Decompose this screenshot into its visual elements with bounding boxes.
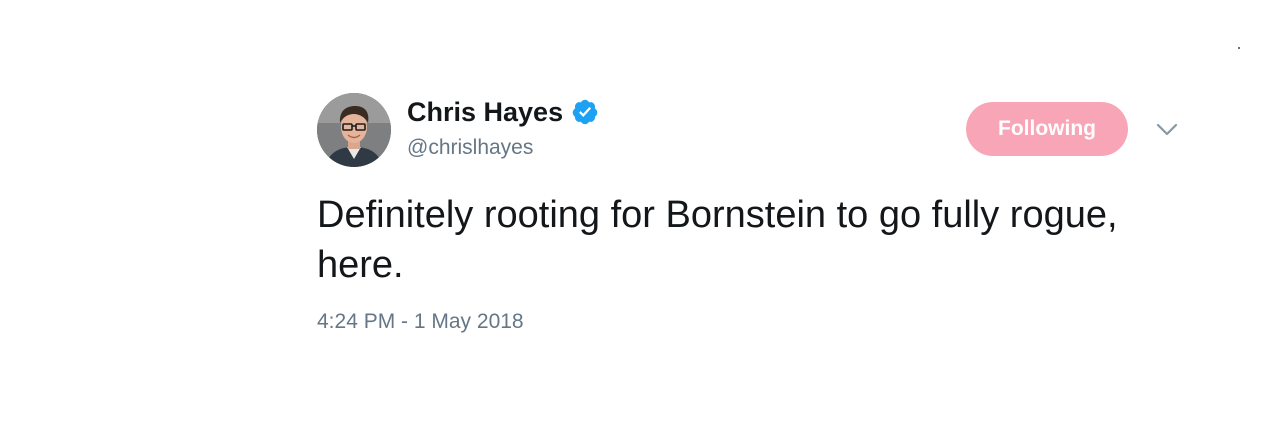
author-handle[interactable]: @chrislhayes <box>407 134 533 162</box>
chevron-down-icon <box>1156 123 1178 136</box>
tweet-text: Definitely rooting for Bornstein to go f… <box>317 194 1118 286</box>
author-name[interactable]: Chris Hayes <box>407 94 563 130</box>
author-name-row: Chris Hayes <box>407 94 599 130</box>
decorative-dot <box>1238 47 1240 49</box>
tweet-timestamp[interactable]: 4:24 PM - 1 May 2018 <box>317 308 524 336</box>
following-button[interactable]: Following <box>966 102 1128 156</box>
tweet-card: Chris Hayes @chrislhayes Following Defin… <box>0 0 1274 425</box>
avatar-image <box>317 93 391 167</box>
verified-badge-icon <box>571 98 599 126</box>
tweet-menu-button[interactable] <box>1154 120 1180 140</box>
avatar[interactable] <box>317 93 391 167</box>
